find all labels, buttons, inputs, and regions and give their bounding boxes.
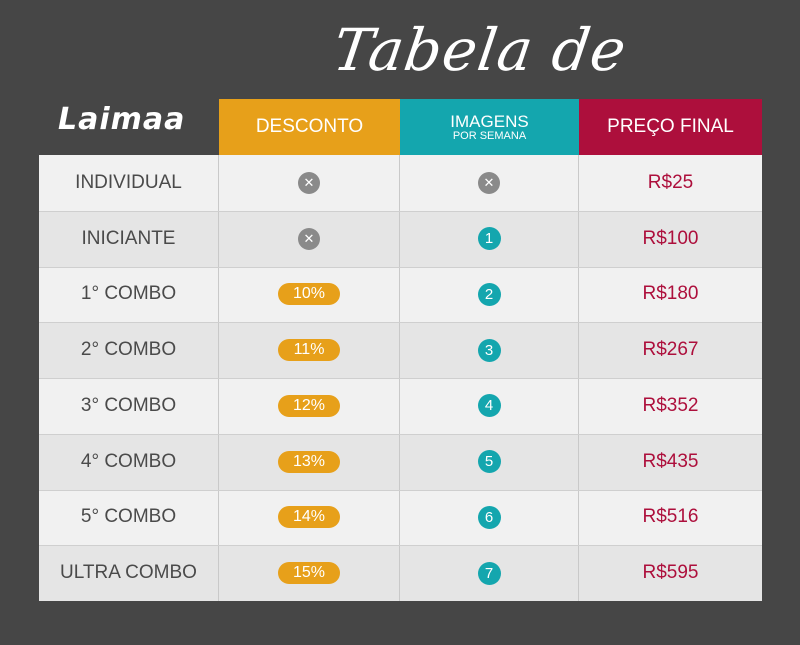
- images-cell: 1: [400, 210, 579, 267]
- table-row: ULTRA COMBO 15% 7 R$595: [39, 545, 762, 601]
- header-imagens-label: IMAGENS: [450, 111, 529, 131]
- row-divider: [39, 433, 762, 435]
- plan-name: 3° COMBO: [80, 394, 177, 416]
- price-cell: R$25: [579, 155, 762, 211]
- close-icon: ✕: [298, 227, 320, 250]
- row-divider: [39, 266, 762, 268]
- row-divider: [39, 545, 762, 547]
- price-cell: R$352: [579, 378, 762, 434]
- discount-badge: 13%: [278, 450, 340, 473]
- price-cell: R$516: [579, 490, 762, 546]
- close-icon: ✕: [478, 171, 500, 194]
- discount-cell: 14%: [219, 489, 400, 546]
- table-row: 3° COMBO 12% 4 R$352: [39, 378, 762, 434]
- images-cell: 7: [400, 545, 579, 601]
- images-count-badge: 1: [477, 227, 501, 251]
- discount-badge: 11%: [278, 339, 340, 362]
- plan-name-cell: 3° COMBO: [39, 378, 219, 434]
- discount-cell: 15%: [219, 545, 400, 601]
- price-value: R$516: [642, 506, 699, 528]
- header-desconto-label: DESCONTO: [255, 116, 364, 137]
- discount-cell: 11%: [219, 322, 400, 378]
- plan-name: 5° COMBO: [80, 506, 177, 528]
- price-cell: R$100: [579, 211, 762, 267]
- images-count-badge: 2: [477, 282, 501, 306]
- row-divider: [39, 378, 762, 379]
- discount-cell: 13%: [219, 433, 400, 490]
- price-value: R$435: [642, 450, 699, 472]
- discount-badge: 10%: [278, 283, 340, 306]
- images-cell: 5: [400, 433, 579, 490]
- price-value: R$180: [642, 283, 699, 305]
- images-count-badge: 7: [477, 561, 501, 585]
- plan-name: INDIVIDUAL: [75, 171, 182, 193]
- plan-name: 4° COMBO: [80, 450, 177, 472]
- plan-name: ULTRA COMBO: [60, 562, 197, 584]
- discount-badge: 15%: [278, 562, 340, 585]
- price-cell: R$435: [579, 434, 762, 490]
- plan-name-cell: 5° COMBO: [39, 489, 219, 546]
- table-row: INDIVIDUAL ✕ ✕ R$25: [39, 155, 762, 211]
- images-cell: 4: [400, 378, 579, 434]
- header-imagens-sublabel: POR SEMANA: [452, 129, 527, 142]
- plan-name-cell: 1° COMBO: [39, 266, 219, 323]
- header-preco-label: PREÇO FINAL: [607, 116, 734, 137]
- plan-name: 2° COMBO: [80, 339, 177, 361]
- images-count-badge: 4: [477, 394, 501, 418]
- price-table: INDIVIDUAL ✕ ✕ R$25 INICIANTE ✕ 1 R$100 1° COMBO…: [39, 155, 762, 601]
- price-cell: R$267: [579, 322, 762, 378]
- plan-name-cell: ULTRA COMBO: [39, 545, 219, 601]
- plan-name: INICIANTE: [81, 227, 176, 249]
- plan-name: 1° COMBO: [80, 283, 177, 305]
- discount-cell: 10%: [219, 266, 400, 323]
- price-value: R$352: [642, 394, 699, 416]
- table-row: 5° COMBO 14% 6 R$516: [39, 489, 762, 546]
- discount-badge: 12%: [278, 394, 340, 417]
- table-row: 4° COMBO 13% 5 R$435: [39, 433, 762, 490]
- price-value: R$100: [642, 227, 699, 249]
- header-desconto: DESCONTO: [219, 99, 400, 164]
- images-cell: 6: [400, 489, 579, 546]
- plan-name-cell: INICIANTE: [39, 210, 219, 267]
- images-count-badge: 6: [477, 505, 501, 529]
- row-divider: [39, 210, 762, 212]
- images-cell: ✕: [400, 155, 579, 211]
- plan-name-cell: 2° COMBO: [39, 322, 219, 378]
- images-count-badge: 5: [477, 450, 501, 474]
- price-cell: R$595: [579, 545, 762, 601]
- page-title: Tabela de preços: [329, 16, 631, 169]
- price-value: R$267: [642, 339, 699, 361]
- price-value: R$595: [642, 562, 699, 584]
- header-imagens: IMAGENS POR SEMANA: [400, 99, 579, 164]
- discount-cell: 12%: [219, 378, 400, 434]
- table-row: 2° COMBO 11% 3 R$267: [39, 322, 762, 378]
- discount-badge: 14%: [278, 506, 340, 529]
- plan-name-cell: INDIVIDUAL: [39, 155, 219, 211]
- discount-cell: ✕: [219, 155, 400, 211]
- table-row: INICIANTE ✕ 1 R$100: [39, 210, 762, 267]
- discount-cell: ✕: [219, 210, 400, 267]
- brand-logo: Laimaa: [58, 102, 186, 137]
- header-preco-final: PREÇO FINAL: [579, 99, 762, 164]
- images-cell: 2: [400, 266, 579, 323]
- images-cell: 3: [400, 322, 579, 378]
- price-value: R$25: [647, 171, 694, 193]
- row-divider: [39, 322, 762, 324]
- close-icon: ✕: [298, 171, 320, 194]
- price-cell: R$180: [579, 267, 762, 323]
- images-count-badge: 3: [477, 338, 501, 362]
- table-row: 1° COMBO 10% 2 R$180: [39, 266, 762, 323]
- plan-name-cell: 4° COMBO: [39, 433, 219, 490]
- row-divider: [39, 489, 762, 491]
